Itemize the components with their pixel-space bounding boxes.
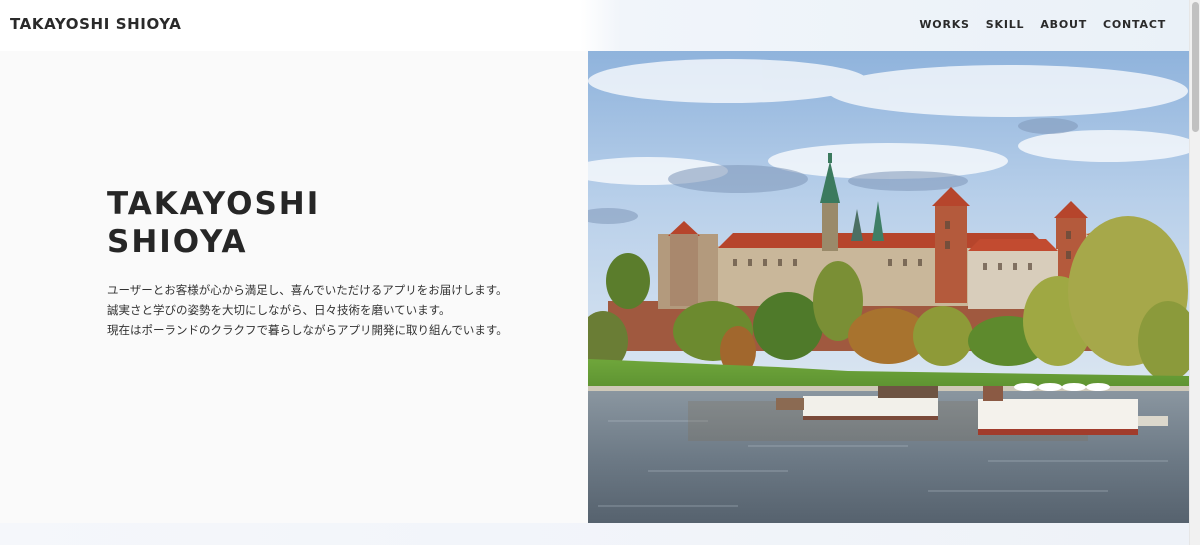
nav-link-skill[interactable]: SKILL <box>986 18 1025 31</box>
page-scrollbar[interactable] <box>1189 0 1200 545</box>
castle-illustration <box>588 51 1189 523</box>
scrollbar-thumb[interactable] <box>1192 2 1199 132</box>
nav-link-about[interactable]: ABOUT <box>1040 18 1087 31</box>
hero-title: TAKAYOSHI SHIOYA <box>107 185 320 261</box>
site-header: TAKAYOSHI SHIOYA WORKS SKILL ABOUT CONTA… <box>0 0 1200 51</box>
hero-description-line: ユーザーとお客様が心から満足し、喜んでいただけるアプリをお届けします。 <box>107 283 508 297</box>
nav-link-contact[interactable]: CONTACT <box>1103 18 1166 31</box>
hero-castle-photo <box>588 51 1189 523</box>
page: TAKAYOSHI SHIOYA WORKS SKILL ABOUT CONTA… <box>0 0 1200 545</box>
nav-link-works[interactable]: WORKS <box>919 18 969 31</box>
hero-description-line: 誠実さと学びの姿勢を大切にしながら、日々技術を磨いています。 <box>107 303 451 317</box>
hero-title-line2: SHIOYA <box>107 224 248 260</box>
hero-description: ユーザーとお客様が心から満足し、喜んでいただけるアプリをお届けします。 誠実さと… <box>107 280 508 340</box>
hero-title-line1: TAKAYOSHI <box>107 186 321 222</box>
site-brand-logo[interactable]: TAKAYOSHI SHIOYA <box>10 15 182 33</box>
hero-text-panel: TAKAYOSHI SHIOYA ユーザーとお客様が心から満足し、喜んでいただけ… <box>0 51 588 523</box>
main-nav: WORKS SKILL ABOUT CONTACT <box>919 18 1166 31</box>
next-section-edge <box>0 523 1189 545</box>
hero-description-line: 現在はポーランドのクラクフで暮らしながらアプリ開発に取り組んでいます。 <box>107 323 508 337</box>
